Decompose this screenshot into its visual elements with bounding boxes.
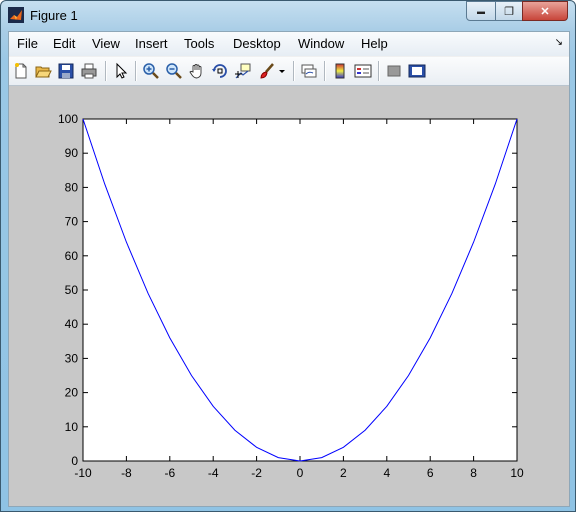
x-tick-label: 8 [470, 466, 477, 480]
y-tick-label: 90 [65, 146, 79, 160]
figure-canvas[interactable]: 0 10 20 30 40 50 60 70 80 90 100 -10 -8 -6 -4 -2 0 2 4 6 8 10 [9, 86, 569, 506]
minimize-button[interactable]: ▬ [466, 1, 496, 21]
zoom-in-icon[interactable] [142, 62, 160, 80]
x-tick-label: 2 [340, 466, 347, 480]
x-tick-label: -2 [251, 466, 262, 480]
menu-view[interactable]: View [92, 36, 120, 51]
menu-insert[interactable]: Insert [135, 36, 168, 51]
y-tick-label: 30 [65, 351, 79, 365]
toolbar-separator [324, 61, 326, 81]
maximize-button[interactable]: ❐ [495, 1, 523, 21]
toolbar-separator [135, 61, 137, 81]
pan-hand-icon[interactable] [188, 62, 206, 80]
figure-client-area: File Edit View Insert Tools Desktop Wind… [8, 31, 570, 507]
close-button[interactable]: ✕ [522, 1, 568, 21]
x-tick-label: 4 [383, 466, 390, 480]
y-tick-label: 50 [65, 283, 79, 297]
menu-bar: File Edit View Insert Tools Desktop Wind… [9, 32, 569, 56]
x-tick-label: -6 [164, 466, 175, 480]
plot-svg: 0102030405060708090100-10 -8 -6 -4 -2 0 2 4 6 8 10 [58, 112, 524, 480]
toolbar-separator [105, 61, 107, 81]
x-tick-label: -8 [121, 466, 132, 480]
window-title: Figure 1 [30, 8, 78, 23]
link-plot-icon[interactable] [300, 62, 318, 80]
menu-window[interactable]: Window [298, 36, 344, 51]
show-plot-tools-icon[interactable] [408, 62, 426, 80]
x-tick-label: 10 [510, 466, 524, 480]
x-tick-label: 6 [427, 466, 434, 480]
brush-dropdown-icon[interactable] [277, 62, 287, 80]
data-cursor-icon[interactable] [234, 62, 252, 80]
y-tick-label: 20 [65, 386, 79, 400]
menu-tools[interactable]: Tools [184, 36, 214, 51]
figure-window: Figure 1 ▬ ❐ ✕ File Edit View Insert Too… [0, 0, 576, 512]
menu-file[interactable]: File [17, 36, 38, 51]
open-file-icon[interactable] [34, 62, 52, 80]
brush-icon[interactable] [258, 62, 276, 80]
minimize-icon: ▬ [477, 6, 485, 16]
new-figure-icon[interactable] [12, 62, 30, 80]
y-tick-label: 60 [65, 249, 79, 263]
hide-plot-tools-icon[interactable] [385, 62, 403, 80]
edit-plot-arrow-icon[interactable] [112, 62, 130, 80]
rotate-3d-icon[interactable] [211, 62, 229, 80]
x-tick-label: -10 [74, 466, 92, 480]
insert-legend-icon[interactable] [354, 62, 372, 80]
save-figure-icon[interactable] [57, 62, 75, 80]
x-tick-label: 0 [297, 466, 304, 480]
figure-toolbar [9, 57, 569, 86]
menu-help[interactable]: Help [361, 36, 388, 51]
y-tick-label: 10 [65, 420, 79, 434]
menu-desktop[interactable]: Desktop [233, 36, 281, 51]
toolbar-separator [378, 61, 380, 81]
matlab-logo-icon [8, 7, 24, 23]
title-bar[interactable]: Figure 1 ▬ ❐ ✕ [1, 1, 575, 31]
y-tick-label: 80 [65, 180, 79, 194]
x-tick-label: -4 [208, 466, 219, 480]
axes-box [82, 118, 518, 462]
toolbar-separator [293, 61, 295, 81]
y-tick-label: 40 [65, 317, 79, 331]
menubar-dock-arrow-icon[interactable]: ↘ [555, 37, 563, 48]
insert-colorbar-icon[interactable] [331, 62, 349, 80]
menu-edit[interactable]: Edit [53, 36, 75, 51]
zoom-out-icon[interactable] [165, 62, 183, 80]
y-tick-label: 70 [65, 215, 79, 229]
maximize-icon: ❐ [504, 5, 514, 18]
close-icon: ✕ [540, 5, 550, 18]
print-figure-icon[interactable] [80, 62, 98, 80]
y-tick-label: 100 [58, 112, 78, 126]
